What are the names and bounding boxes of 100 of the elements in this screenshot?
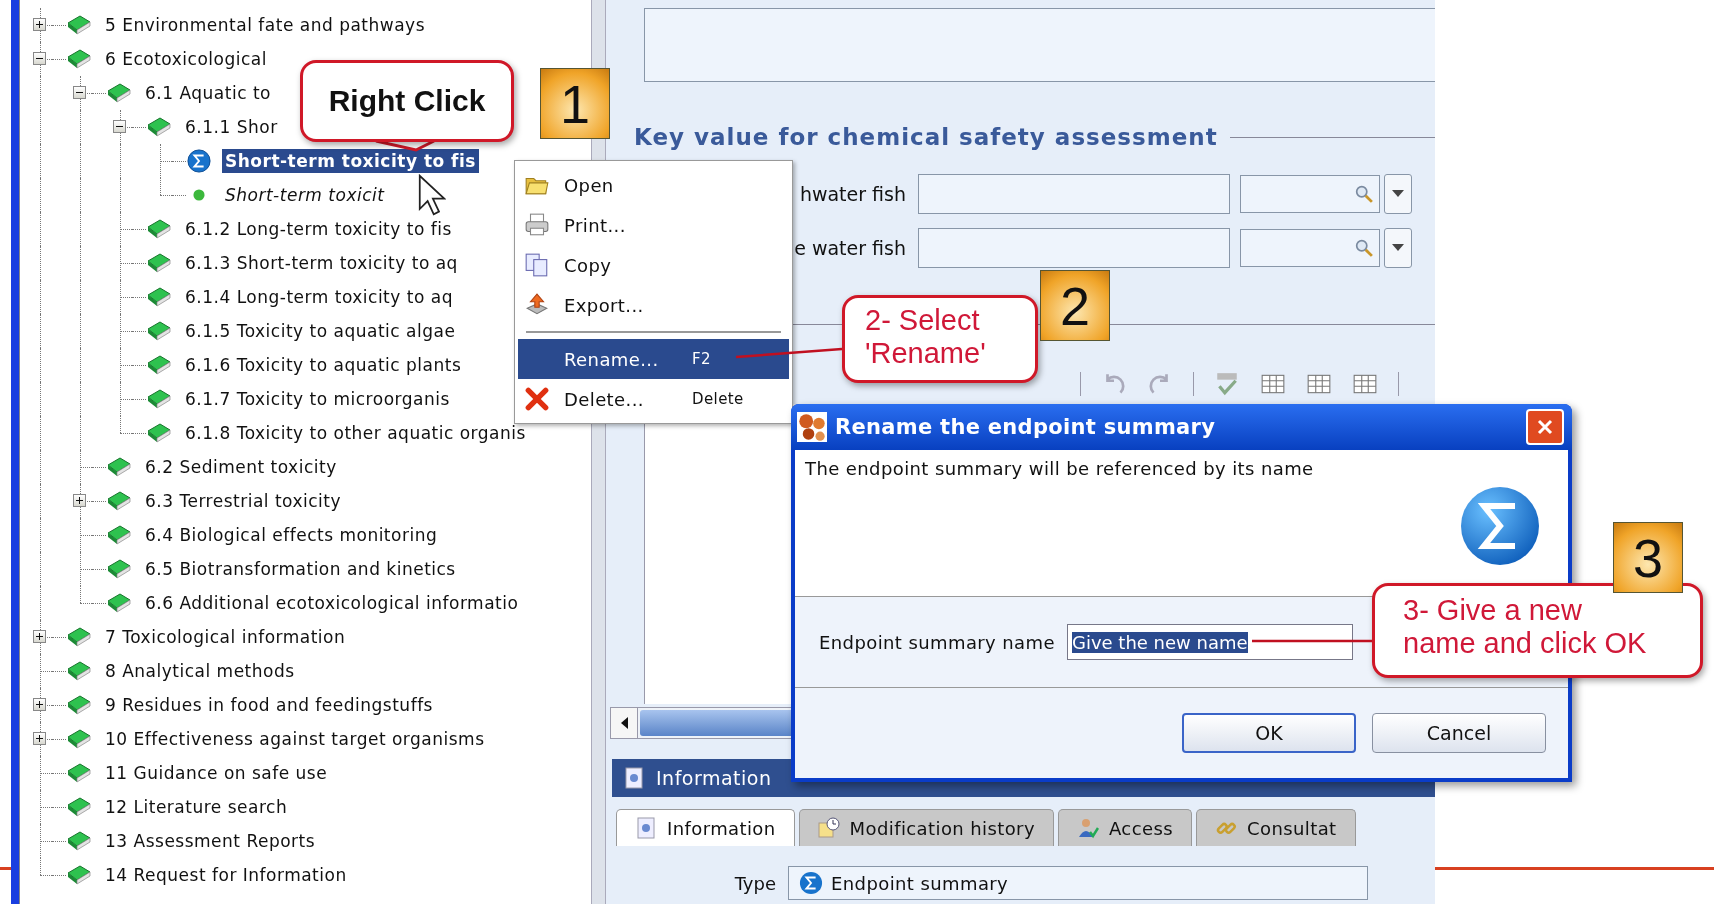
lookup-field[interactable] — [1240, 229, 1380, 267]
tree-item[interactable]: 6.3 Terrestrial toxicity — [142, 489, 345, 513]
tree-item[interactable]: 11 Guidance on safe use — [102, 761, 331, 785]
book-icon — [66, 795, 92, 819]
expand-toggle[interactable] — [33, 732, 46, 745]
close-icon — [1535, 417, 1555, 437]
tab[interactable]: Modification history — [798, 809, 1054, 846]
tab[interactable]: Information — [616, 809, 795, 846]
tree-item[interactable]: 6.1.2 Long-term toxicity to fis — [182, 217, 455, 241]
book-icon — [106, 455, 132, 479]
menu-item[interactable]: Print... — [518, 205, 789, 245]
expand-toggle[interactable] — [33, 698, 46, 711]
expand-toggle[interactable] — [33, 18, 46, 31]
text-area[interactable] — [644, 8, 1435, 82]
tree-item[interactable]: 9 Residues in food and feedingstuffs — [102, 693, 436, 717]
caret-icon — [1392, 244, 1404, 252]
expand-toggle[interactable] — [73, 494, 86, 507]
book-icon — [66, 13, 92, 37]
mouse-pointer-icon — [418, 174, 446, 216]
tab[interactable]: Access — [1057, 809, 1192, 846]
spellcheck-icon[interactable] — [1214, 371, 1240, 397]
tree-item[interactable]: 5 Environmental fate and pathways — [102, 13, 429, 37]
step-number: 1 — [540, 68, 610, 139]
expand-toggle[interactable] — [33, 630, 46, 643]
tree-item[interactable]: 6.1.1 Shor — [182, 115, 281, 139]
book-icon — [66, 625, 92, 649]
tab[interactable]: Consultat — [1196, 809, 1356, 846]
printer-icon — [524, 212, 550, 238]
document-icon — [624, 767, 644, 789]
tree-item[interactable]: 6.5 Biotransformation and kinetics — [142, 557, 459, 581]
book-icon — [146, 115, 172, 139]
book-icon — [66, 727, 92, 751]
tree-item[interactable]: 14 Request for Information — [102, 863, 350, 887]
tree-item[interactable]: 6.2 Sediment toxicity — [142, 455, 340, 479]
book-icon — [146, 217, 172, 241]
delete-icon — [524, 386, 550, 412]
tree-item[interactable]: Short-term toxicit — [222, 183, 388, 207]
collapse-toggle[interactable] — [73, 86, 86, 99]
app-logo-icon — [797, 412, 827, 442]
callout: Right Click — [300, 60, 514, 142]
menu-item[interactable]: Open — [518, 165, 789, 205]
book-icon — [106, 557, 132, 581]
section-title: Key value for chemical safety assessment — [634, 124, 1218, 150]
dialog-title: Rename the endpoint summary — [835, 415, 1217, 439]
field-label: e water fish — [793, 237, 906, 259]
menu-item[interactable]: Rename... F2 — [518, 339, 789, 379]
menu-item[interactable]: Delete... Delete — [518, 379, 789, 419]
tree-item[interactable]: 6.1.4 Long-term toxicity to aq — [182, 285, 456, 309]
book-icon — [66, 829, 92, 853]
book-icon — [106, 591, 132, 615]
book-icon — [146, 319, 172, 343]
copy-icon — [524, 252, 550, 278]
field-label: Endpoint summary name — [819, 631, 1055, 653]
input-field[interactable] — [918, 174, 1230, 214]
tree-item[interactable]: 6.1 Aquatic to — [142, 81, 274, 105]
dropdown-button[interactable] — [1384, 174, 1412, 214]
menu-item[interactable]: Copy — [518, 245, 789, 285]
dropdown-button[interactable] — [1384, 228, 1412, 268]
book-icon — [66, 659, 92, 683]
book-icon — [106, 81, 132, 105]
sigma-icon — [186, 149, 212, 173]
tree-item[interactable]: 6.4 Biological effects monitoring — [142, 523, 441, 547]
tree-item[interactable]: 6.6 Additional ecotoxicological informatio — [142, 591, 522, 615]
book-icon — [146, 285, 172, 309]
document-icon — [635, 817, 657, 839]
tree-item[interactable]: 12 Literature search — [102, 795, 291, 819]
book-icon — [66, 693, 92, 717]
tree-item[interactable]: 6 Ecotoxicological — [102, 47, 270, 71]
book-icon — [146, 387, 172, 411]
panel-title: Information — [656, 767, 772, 789]
sigma-icon — [1460, 486, 1540, 566]
tree-item[interactable]: 6.1.5 Toxicity to aquatic algae — [182, 319, 459, 343]
tree-item[interactable]: 13 Assessment Reports — [102, 829, 319, 853]
type-field[interactable]: Endpoint summary — [788, 866, 1368, 900]
menu-item[interactable]: Export... — [518, 285, 789, 325]
collapse-toggle[interactable] — [33, 52, 46, 65]
field-label: Type — [733, 872, 776, 894]
tree-item[interactable]: 6.1.7 Toxicity to microorganis — [182, 387, 453, 411]
name-input-field[interactable]: Give the new name — [1066, 624, 1353, 660]
tree-item[interactable]: 6.1.6 Toxicity to aquatic plants — [182, 353, 465, 377]
tree-item[interactable]: Short-term toxicity to fis — [222, 149, 479, 173]
book-icon — [66, 863, 92, 887]
tree-item[interactable]: 8 Analytical methods — [102, 659, 298, 683]
callout: 2- Select 'Rename' — [842, 295, 1038, 383]
tree-item[interactable]: 10 Effectiveness against target organisms — [102, 727, 488, 751]
lookup-field[interactable] — [1240, 175, 1380, 213]
book-icon — [66, 761, 92, 785]
tree-item[interactable]: 7 Toxicological information — [102, 625, 349, 649]
dialog-button[interactable]: Cancel — [1372, 713, 1546, 753]
book-icon — [106, 489, 132, 513]
book-icon — [66, 47, 92, 71]
callout: 3- Give a new name and click OK — [1372, 583, 1703, 678]
tree-item[interactable]: 6.1.3 Short-term toxicity to aq — [182, 251, 461, 275]
input-field[interactable] — [918, 228, 1230, 268]
book-icon — [146, 353, 172, 377]
tree-item[interactable]: 6.1.8 Toxicity to other aquatic organis — [182, 421, 529, 445]
close-button[interactable] — [1526, 409, 1564, 445]
dialog-button[interactable]: OK — [1182, 713, 1356, 753]
collapse-toggle[interactable] — [113, 120, 126, 133]
search-icon — [1355, 185, 1373, 203]
